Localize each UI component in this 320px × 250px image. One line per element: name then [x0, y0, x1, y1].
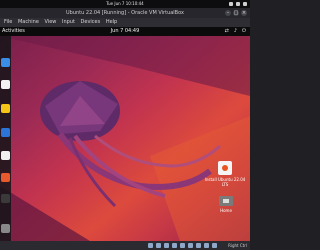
- usb-icon[interactable]: [180, 243, 185, 248]
- desktop[interactable]: Install Ubuntu 22.04 LTS Home: [0, 36, 250, 241]
- menu-input[interactable]: Input: [62, 19, 75, 25]
- home-label: Home: [220, 208, 232, 213]
- writer-icon[interactable]: [1, 128, 10, 137]
- network-adapter-icon[interactable]: [172, 243, 177, 248]
- jellyfish-wallpaper: [0, 36, 250, 241]
- minimize-icon[interactable]: –: [225, 10, 231, 16]
- install-ubuntu-desktop-icon[interactable]: Install Ubuntu 22.04 LTS: [203, 161, 247, 187]
- maximize-icon[interactable]: □: [233, 10, 239, 16]
- recording-icon[interactable]: [204, 243, 209, 248]
- close-icon[interactable]: ×: [241, 10, 247, 16]
- power-icon: ⏻: [242, 28, 246, 34]
- software-icon[interactable]: [1, 151, 10, 160]
- home-desktop-icon[interactable]: Home: [214, 196, 238, 213]
- menu-view[interactable]: View: [45, 19, 57, 25]
- network-icon[interactable]: [229, 2, 233, 6]
- host-tray: [229, 0, 247, 6]
- shared-folder-icon[interactable]: [188, 243, 193, 248]
- home-folder-icon: [219, 196, 233, 206]
- display-icon[interactable]: [196, 243, 201, 248]
- host-top-bar: Tue Jun 7 10:10:44: [0, 0, 250, 8]
- audio-icon[interactable]: [164, 243, 169, 248]
- show-apps-icon[interactable]: [1, 224, 10, 233]
- host-key-indicator: Right Ctrl: [228, 243, 247, 248]
- menu-devices[interactable]: Devices: [81, 19, 101, 25]
- menu-file[interactable]: File: [4, 19, 12, 25]
- guest-status-area[interactable]: ⇄ ♪ ⏻: [225, 27, 246, 36]
- menu-machine[interactable]: Machine: [18, 19, 39, 25]
- cpu-icon[interactable]: [212, 243, 217, 248]
- guest-top-bar: Activities Jun 7 04:49 ⇄ ♪ ⏻: [0, 27, 250, 36]
- window-title: Ubuntu 22.04 [Running] - Oracle VM Virtu…: [66, 10, 184, 16]
- menu-help[interactable]: Help: [106, 19, 117, 25]
- help-icon[interactable]: [1, 173, 10, 182]
- network-icon: ⇄: [224, 28, 229, 34]
- host-clock[interactable]: Tue Jun 7 10:10:44: [106, 1, 143, 6]
- vbox-title-bar: Ubuntu 22.04 [Running] - Oracle VM Virtu…: [0, 8, 250, 18]
- trash-icon[interactable]: [1, 194, 10, 203]
- optical-icon[interactable]: [156, 243, 161, 248]
- volume-icon: ♪: [233, 28, 238, 34]
- rhythmbox-icon[interactable]: [1, 104, 10, 113]
- vbox-menu-bar: File Machine View Input Devices Help: [0, 18, 250, 27]
- vbox-status-bar: Right Ctrl: [0, 241, 250, 250]
- thunderbird-icon[interactable]: [1, 58, 10, 67]
- volume-icon[interactable]: [236, 2, 240, 6]
- install-ubuntu-label: Install Ubuntu 22.04 LTS: [204, 177, 246, 187]
- guest-clock[interactable]: Jun 7 04:49: [0, 27, 250, 36]
- installer-icon: [218, 161, 232, 175]
- ubuntu-dock: [0, 36, 11, 241]
- device-icons: [148, 243, 217, 248]
- power-icon[interactable]: [243, 2, 247, 6]
- files-icon[interactable]: [1, 80, 10, 89]
- disk-icon[interactable]: [148, 243, 153, 248]
